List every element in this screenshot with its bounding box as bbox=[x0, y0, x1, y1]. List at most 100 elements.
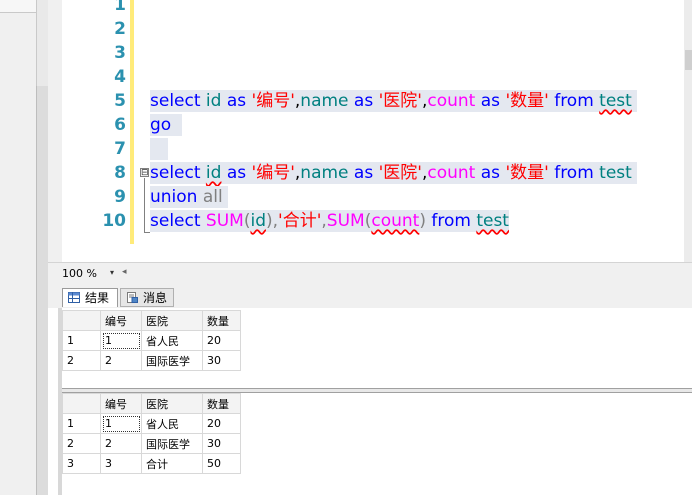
code-token: name bbox=[300, 163, 349, 183]
code-token: as bbox=[480, 91, 501, 111]
grid-cell[interactable]: 国际医学 bbox=[141, 433, 203, 454]
row-number[interactable]: 2 bbox=[62, 433, 101, 454]
grid-cell[interactable]: 50 bbox=[202, 453, 241, 474]
line-number-5: 5 bbox=[114, 91, 126, 111]
code-token: count bbox=[427, 91, 476, 111]
grid-corner bbox=[62, 393, 101, 414]
code-token: ), bbox=[265, 211, 279, 231]
zoom-level[interactable]: 100 % bbox=[62, 267, 97, 280]
code-token: count bbox=[427, 163, 476, 183]
outline-line-end bbox=[144, 232, 150, 233]
chevron-down-icon[interactable]: ▾ bbox=[110, 268, 114, 277]
code-token: union bbox=[150, 187, 198, 207]
table-row[interactable]: 1 1 省人民 20 bbox=[62, 330, 241, 351]
code-token: go bbox=[150, 115, 172, 135]
grid-cell[interactable]: 30 bbox=[202, 433, 241, 454]
line-number-8: 8 bbox=[114, 163, 126, 183]
code-token: as bbox=[226, 91, 247, 111]
code-token: select bbox=[150, 91, 201, 111]
grid-icon bbox=[68, 292, 80, 303]
scroll-left-icon[interactable]: ◂ bbox=[122, 267, 127, 277]
grid-header-row: 编号 医院 数量 bbox=[62, 310, 241, 331]
code-line-5[interactable]: select id as '编号',name as '医院',count as … bbox=[150, 90, 638, 112]
grid-cell[interactable]: 3 bbox=[100, 453, 142, 474]
grid-cell[interactable]: 国际医学 bbox=[141, 350, 203, 371]
line-number-3: 3 bbox=[114, 43, 126, 63]
code-line-10[interactable]: select SUM(id),'合计',SUM(count) from test bbox=[150, 210, 509, 232]
grid-cell[interactable]: 2 bbox=[100, 433, 142, 454]
object-explorer-header bbox=[0, 0, 36, 13]
line-number-1: 1 bbox=[114, 0, 126, 15]
message-icon bbox=[127, 292, 138, 303]
code-line-6[interactable]: go bbox=[150, 114, 183, 136]
tab-messages-label: 消息 bbox=[143, 291, 168, 305]
code-token: as bbox=[226, 163, 247, 183]
code-token: '数量' bbox=[505, 163, 549, 183]
grid-cell[interactable]: 合计 bbox=[141, 453, 203, 474]
editor-scrollbar-thumb[interactable] bbox=[685, 50, 692, 70]
grid-cell[interactable]: 省人民 bbox=[141, 330, 203, 351]
grid-cell[interactable]: 省人民 bbox=[141, 413, 203, 434]
left-scrollbar-thumb[interactable] bbox=[36, 0, 48, 86]
code-token: from bbox=[554, 91, 594, 111]
code-token: id bbox=[205, 91, 222, 111]
line-number-2: 2 bbox=[114, 19, 126, 39]
code-token: as bbox=[353, 163, 374, 183]
code-line-7[interactable] bbox=[150, 138, 168, 160]
line-number-6: 6 bbox=[114, 115, 126, 135]
grid-cell[interactable]: 1 bbox=[100, 413, 142, 434]
grid-cell[interactable]: 2 bbox=[100, 350, 142, 371]
code-token: '数量' bbox=[505, 91, 549, 111]
grid-cell[interactable]: 20 bbox=[202, 330, 241, 351]
table-row[interactable]: 3 3 合计 50 bbox=[62, 453, 241, 474]
code-token: from bbox=[554, 163, 594, 183]
table-row[interactable]: 2 2 国际医学 30 bbox=[62, 350, 241, 371]
outline-line bbox=[144, 178, 145, 232]
row-number[interactable]: 1 bbox=[62, 413, 101, 434]
code-token: SUM bbox=[205, 211, 244, 231]
line-number-7: 7 bbox=[114, 139, 126, 159]
grid-cell[interactable]: 30 bbox=[202, 350, 241, 371]
code-token: all bbox=[202, 187, 223, 207]
tab-results-label: 结果 bbox=[85, 291, 110, 305]
row-number[interactable]: 1 bbox=[62, 330, 101, 351]
line-number-4: 4 bbox=[114, 67, 126, 87]
code-token: test bbox=[599, 91, 632, 111]
editor-margin bbox=[48, 0, 62, 262]
column-header[interactable]: 数量 bbox=[202, 393, 241, 414]
line-number-9: 9 bbox=[114, 187, 126, 207]
code-line-9[interactable]: union all bbox=[150, 186, 229, 208]
row-number[interactable]: 2 bbox=[62, 350, 101, 371]
change-tracking-bar bbox=[130, 0, 134, 244]
row-number[interactable]: 3 bbox=[62, 453, 101, 474]
column-header[interactable]: 编号 bbox=[100, 393, 142, 414]
grid-cell[interactable]: 20 bbox=[202, 413, 241, 434]
collapse-toggle[interactable]: ⊟ bbox=[140, 168, 149, 178]
editor-scrollbar[interactable] bbox=[684, 0, 692, 262]
result-grid-1[interactable]: 编号 医院 数量 1 1 省人民 20 2 2 国际医学 30 bbox=[62, 310, 241, 371]
code-token: ) bbox=[419, 211, 426, 231]
column-header[interactable]: 医院 bbox=[141, 393, 203, 414]
table-row[interactable]: 2 2 国际医学 30 bbox=[62, 433, 241, 454]
tab-messages[interactable]: 消息 bbox=[120, 288, 174, 307]
code-token: as bbox=[480, 163, 501, 183]
code-token: '编号' bbox=[251, 91, 295, 111]
column-header[interactable]: 医院 bbox=[141, 310, 203, 331]
code-token: '编号' bbox=[251, 163, 295, 183]
code-token: SUM bbox=[326, 211, 365, 231]
result-grid-2[interactable]: 编号 医院 数量 1 1 省人民 20 2 2 国际医学 30 3 3 合计 5… bbox=[62, 393, 241, 474]
grid-cell[interactable]: 1 bbox=[100, 330, 142, 351]
code-token: from bbox=[431, 211, 471, 231]
table-row[interactable]: 1 1 省人民 20 bbox=[62, 413, 241, 434]
zoom-bar bbox=[48, 262, 692, 284]
code-token: as bbox=[353, 91, 374, 111]
code-token: '医院' bbox=[378, 163, 422, 183]
column-header[interactable]: 数量 bbox=[202, 310, 241, 331]
left-scrollbar-track[interactable] bbox=[36, 86, 48, 495]
code-token: select bbox=[150, 211, 201, 231]
code-token: '合计' bbox=[278, 211, 322, 231]
line-number-10: 10 bbox=[102, 211, 126, 231]
tab-results[interactable]: 结果 bbox=[62, 288, 118, 307]
column-header[interactable]: 编号 bbox=[100, 310, 142, 331]
code-line-8[interactable]: select id as '编号',name as '医院',count as … bbox=[150, 162, 638, 184]
